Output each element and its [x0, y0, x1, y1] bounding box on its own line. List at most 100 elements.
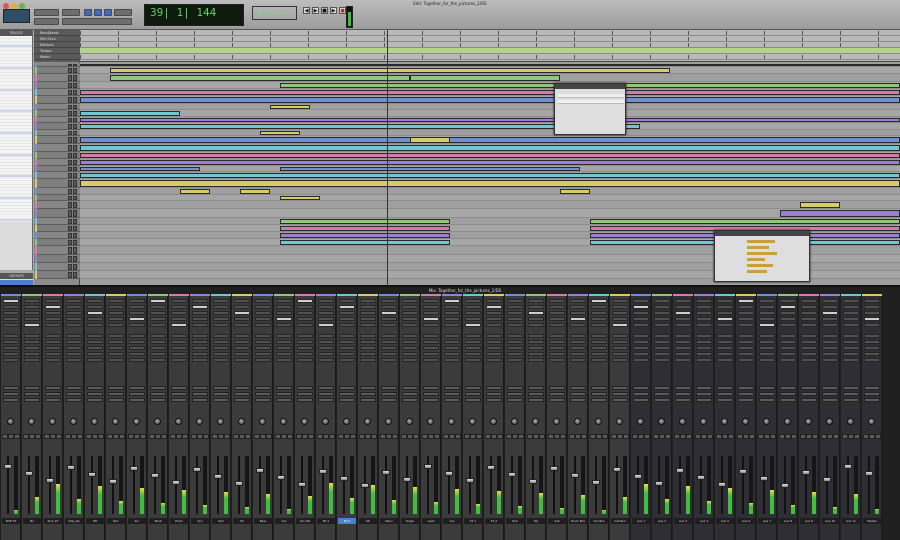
automation-mode[interactable] [864, 398, 880, 402]
input-selector[interactable] [360, 386, 376, 390]
insert-slot[interactable] [402, 305, 418, 309]
mute-button[interactable] [203, 434, 209, 439]
strip-name[interactable]: Piano [380, 518, 398, 524]
send-slot[interactable] [3, 346, 19, 350]
send-slot[interactable] [213, 352, 229, 356]
mute-button[interactable] [73, 90, 77, 95]
send-slot[interactable] [486, 340, 502, 344]
track-lane[interactable] [80, 201, 900, 209]
send-slot[interactable] [108, 334, 124, 338]
send-slot[interactable] [339, 352, 355, 356]
send-slot[interactable] [549, 340, 565, 344]
send-slot[interactable] [360, 358, 376, 362]
mute-button[interactable] [77, 434, 83, 439]
insert-slot[interactable] [276, 305, 292, 309]
output-selector[interactable] [402, 392, 418, 396]
send-slot[interactable] [570, 334, 586, 338]
send-slot[interactable] [675, 340, 691, 344]
insert-slot[interactable] [570, 317, 586, 321]
automation-mode[interactable] [612, 398, 628, 402]
send-slot[interactable] [738, 340, 754, 344]
pan-knob[interactable] [532, 418, 539, 425]
input-selector[interactable] [591, 386, 607, 390]
send-slot[interactable] [234, 334, 250, 338]
insert-slot[interactable] [549, 317, 565, 321]
channel-strip[interactable]: Vox Dbl [295, 294, 315, 540]
mute-button[interactable] [73, 137, 77, 143]
insert-slot[interactable] [633, 317, 649, 321]
strip-name[interactable]: Vox [275, 518, 293, 524]
channel-strip[interactable]: Bass [253, 294, 273, 540]
track-lane[interactable] [80, 209, 900, 218]
audio-clip[interactable] [780, 210, 900, 217]
insert-slot[interactable] [297, 305, 313, 309]
send-slot[interactable] [717, 340, 733, 344]
strip-name[interactable]: Bass [254, 518, 272, 524]
send-slot[interactable] [402, 334, 418, 338]
insert-slot[interactable] [213, 299, 229, 303]
mute-button[interactable] [308, 434, 314, 439]
send-slot[interactable] [108, 346, 124, 350]
send-slot[interactable] [801, 334, 817, 338]
pan-knob[interactable] [133, 418, 140, 425]
track-header[interactable] [34, 232, 80, 239]
send-slot[interactable] [696, 334, 712, 338]
insert-slot[interactable] [507, 299, 523, 303]
send-slot[interactable] [654, 346, 670, 350]
mute-button[interactable] [623, 434, 629, 439]
send-slot[interactable] [591, 358, 607, 362]
send-slot[interactable] [528, 358, 544, 362]
mute-button[interactable] [73, 124, 77, 129]
pan-knob[interactable] [721, 418, 728, 425]
insert-slot[interactable] [129, 299, 145, 303]
output-selector[interactable] [381, 392, 397, 396]
automation-mode[interactable] [738, 398, 754, 402]
insert-slot[interactable] [801, 317, 817, 321]
insert-slot[interactable] [150, 299, 166, 303]
solo-button[interactable] [68, 118, 72, 122]
insert-slot[interactable] [171, 317, 187, 321]
send-slot[interactable] [87, 358, 103, 362]
insert-slot[interactable] [444, 317, 460, 321]
send-slot[interactable] [717, 346, 733, 350]
send-slot[interactable] [612, 340, 628, 344]
pan-knob[interactable] [553, 418, 560, 425]
insert-slot[interactable] [843, 299, 859, 303]
strip-name[interactable]: Aux 9 [800, 518, 818, 524]
pan-knob[interactable] [427, 418, 434, 425]
send-slot[interactable] [318, 352, 334, 356]
insert-slot[interactable] [402, 323, 418, 327]
solo-button[interactable] [68, 202, 72, 208]
mute-button[interactable] [73, 145, 77, 151]
audio-clip[interactable] [410, 137, 450, 143]
channel-strip[interactable]: Vox Bus [589, 294, 609, 540]
mute-button[interactable] [455, 434, 461, 439]
track-header[interactable] [34, 179, 80, 188]
send-slot[interactable] [108, 340, 124, 344]
insert-slot[interactable] [360, 323, 376, 327]
send-slot[interactable] [45, 334, 61, 338]
send-slot[interactable] [381, 340, 397, 344]
output-selector[interactable] [654, 392, 670, 396]
pan-knob[interactable] [637, 418, 644, 425]
insert-slot[interactable] [654, 305, 670, 309]
track-header[interactable] [34, 263, 80, 271]
pan-knob[interactable] [595, 418, 602, 425]
insert-slot[interactable] [759, 305, 775, 309]
track-lane[interactable] [80, 110, 900, 117]
track-header[interactable] [34, 188, 80, 195]
insert-slot[interactable] [633, 323, 649, 327]
insert-slot[interactable] [108, 323, 124, 327]
send-slot[interactable] [381, 358, 397, 362]
insert-slot[interactable] [465, 305, 481, 309]
send-slot[interactable] [339, 358, 355, 362]
mute-button[interactable] [392, 434, 398, 439]
insert-slot[interactable] [150, 323, 166, 327]
pan-knob[interactable] [469, 418, 476, 425]
insert-slot[interactable] [591, 323, 607, 327]
volume-fader[interactable] [445, 471, 453, 476]
send-slot[interactable] [255, 352, 271, 356]
volume-fader[interactable] [109, 479, 117, 484]
automation-mode[interactable] [318, 398, 334, 402]
send-slot[interactable] [570, 340, 586, 344]
